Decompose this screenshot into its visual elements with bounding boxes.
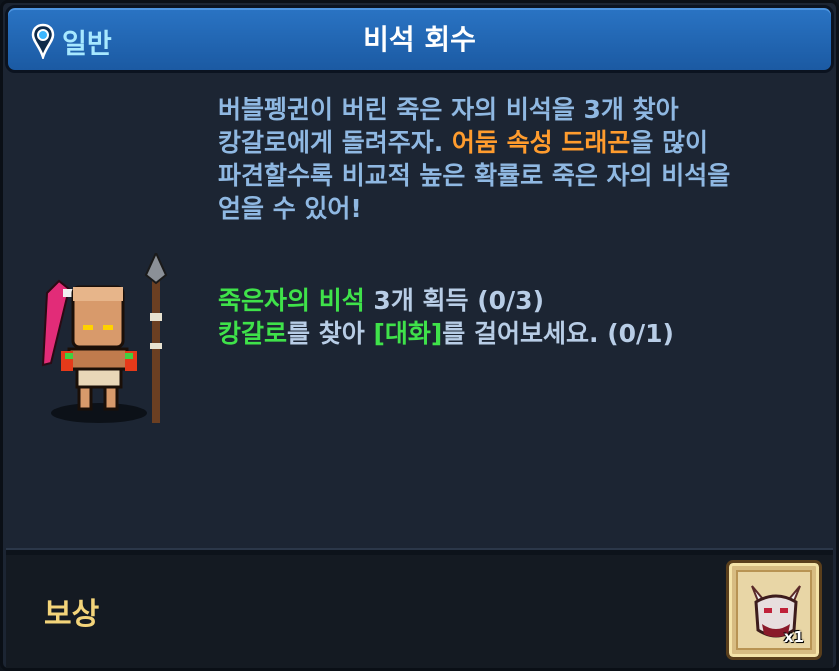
reward-item-slot[interactable]: x1	[726, 560, 822, 660]
reward-item-frame: x1	[736, 570, 812, 650]
description-line-2: 캉갈로에게 돌려주자. 어둠 속성 드래곤을 많이	[218, 126, 818, 159]
objective-target: 죽은자의 비석	[218, 286, 365, 315]
quest-objectives: 죽은자의 비석 3개 획득 (0/3) 캉갈로를 찾아 [대화]를 걸어보세요.…	[218, 284, 818, 350]
objective-text: 를 찾아	[287, 319, 374, 348]
objective-target: 캉갈로	[218, 319, 288, 348]
reward-quantity: x1	[783, 628, 804, 646]
description-line-3: 파견할수록 비교적 높은 확률로 죽은 자의 비석을	[218, 161, 731, 190]
description-text: 을 많이	[630, 128, 709, 157]
tribal-spear-warrior-icon	[41, 253, 168, 423]
description-line-1: 버블펭귄이 버린 죽은 자의 비석을 3개 찾아	[218, 95, 679, 124]
quest-header: 일반 비석 회수	[5, 5, 834, 73]
quest-title: 비석 회수	[363, 23, 476, 56]
objective-progress: 3개 획득 (0/3)	[364, 286, 544, 315]
element-highlight: 어둠 속성 드래곤	[451, 128, 631, 157]
reward-section: 보상 x1	[6, 555, 833, 668]
objective-item: 죽은자의 비석 3개 획득 (0/3)	[218, 284, 818, 317]
quest-panel: 일반 비석 회수 버블펭귄이 버린 죽은 자의 비석을 3개 찾아 캉갈로에게 …	[0, 0, 839, 671]
reward-label: 보상	[44, 597, 100, 632]
objective-item: 캉갈로를 찾아 [대화]를 걸어보세요. (0/1)	[218, 317, 818, 350]
quest-description: 버블펭귄이 버린 죽은 자의 비석을 3개 찾아 캉갈로에게 돌려주자. 어둠 …	[218, 93, 818, 225]
reward-divider	[6, 548, 833, 555]
description-text: 캉갈로에게 돌려주자.	[218, 128, 452, 157]
objective-action: [대화]	[373, 319, 443, 348]
objective-progress: 를 걸어보세요. (0/1)	[442, 319, 674, 348]
description-line-4: 얻을 수 있어!	[218, 194, 362, 223]
